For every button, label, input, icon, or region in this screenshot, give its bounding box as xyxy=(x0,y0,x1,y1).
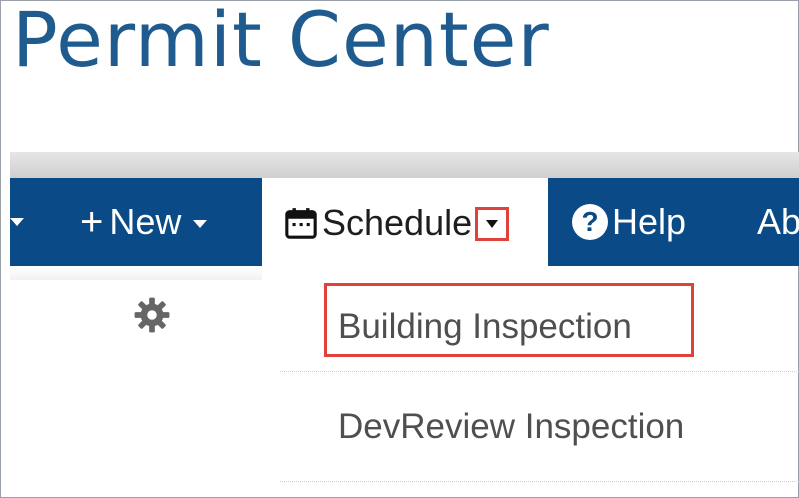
calendar-icon xyxy=(285,208,317,239)
gear-icon[interactable] xyxy=(133,296,171,334)
caret-down-icon xyxy=(10,218,24,226)
header-shadow-strip xyxy=(10,152,799,178)
question-circle-icon: ? xyxy=(572,204,608,240)
highlight-box xyxy=(324,283,694,357)
nav-about-menu[interactable]: Ab xyxy=(757,178,799,266)
nav-schedule-menu[interactable]: Schedule xyxy=(262,178,548,268)
nav-schedule-label: Schedule xyxy=(322,202,473,243)
menu-item-devreview-inspection[interactable]: DevReview Inspection xyxy=(280,372,799,482)
nav-new-menu[interactable]: + New xyxy=(80,178,208,266)
caret-down-icon xyxy=(486,220,499,228)
caret-down-icon xyxy=(193,220,208,228)
page-title: Permit Center xyxy=(12,0,550,84)
schedule-dropdown-toggle[interactable] xyxy=(475,207,510,241)
plus-icon: + xyxy=(80,199,104,244)
nav-help-label: Help xyxy=(612,201,687,242)
menu-item-label: DevReview Inspection xyxy=(338,406,685,446)
nav-new-label: New xyxy=(109,201,182,242)
nav-about-label: Ab xyxy=(757,201,799,242)
nav-help-menu[interactable]: ? Help xyxy=(572,178,686,266)
submenu-shadow xyxy=(10,266,262,280)
nav-prev-menu-caret[interactable] xyxy=(10,178,24,266)
